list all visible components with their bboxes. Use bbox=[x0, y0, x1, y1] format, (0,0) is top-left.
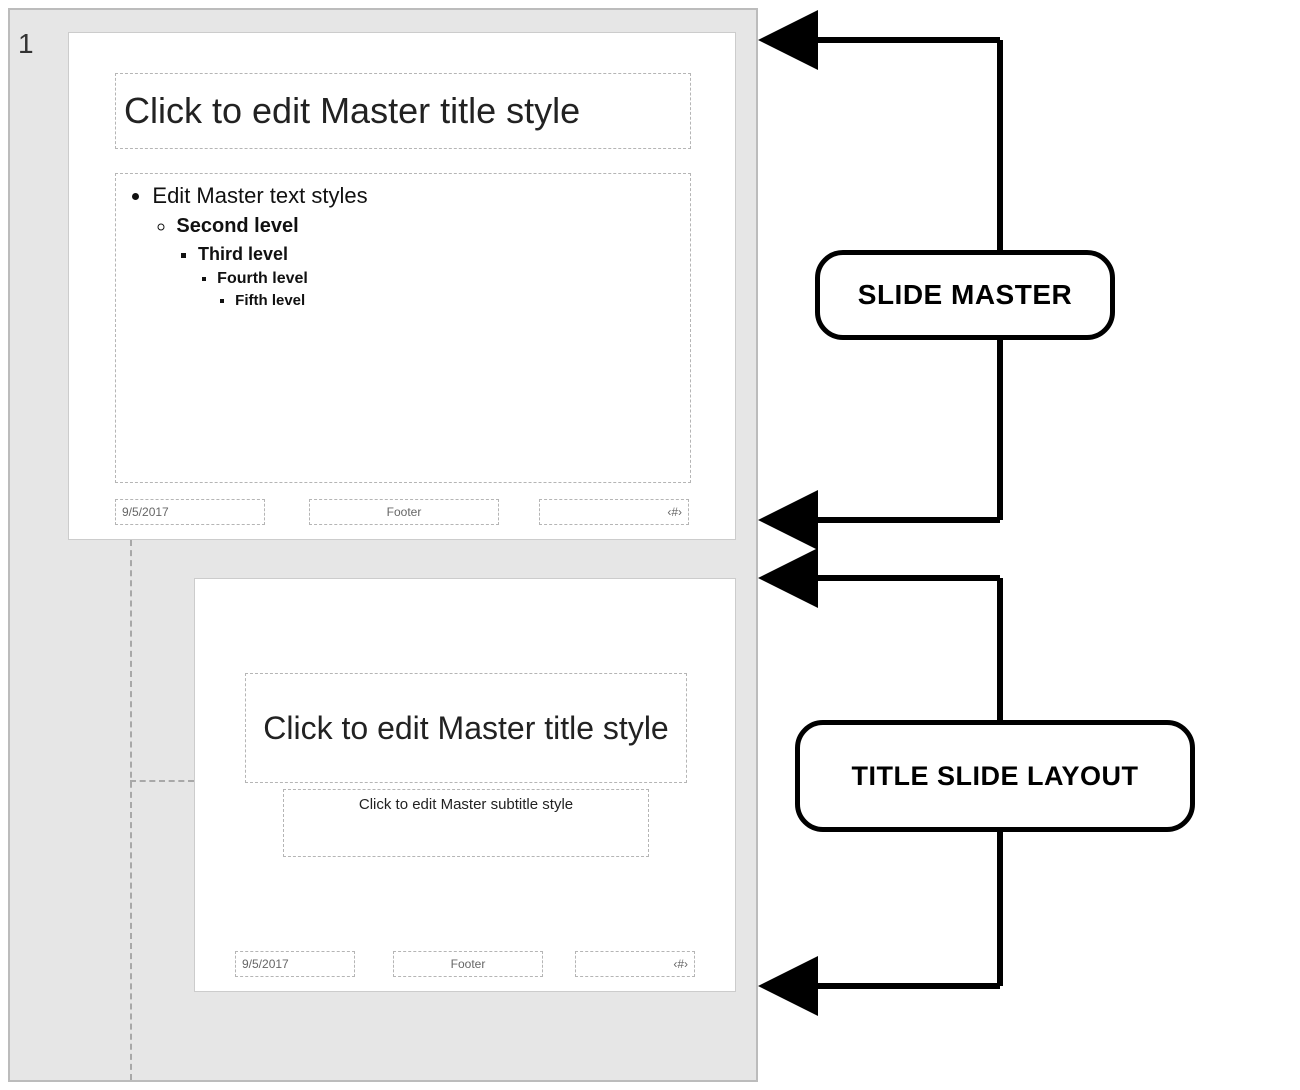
master-index-number: 1 bbox=[18, 28, 34, 60]
layout-title-placeholder[interactable]: Click to edit Master title style bbox=[245, 673, 687, 783]
callout-title-slide-layout: TITLE SLIDE LAYOUT bbox=[795, 720, 1195, 832]
master-title-placeholder[interactable]: Click to edit Master title style bbox=[115, 73, 691, 149]
title-slide-layout-thumbnail[interactable]: Click to edit Master title style Click t… bbox=[194, 578, 736, 992]
hierarchy-connector-vertical bbox=[130, 540, 132, 1080]
slide-master-thumbnail[interactable]: Click to edit Master title style Edit Ma… bbox=[68, 32, 736, 540]
master-body-placeholder[interactable]: Edit Master text styles Second level Thi… bbox=[115, 173, 691, 483]
thumbnail-panel: 1 Click to edit Master title style Edit … bbox=[8, 8, 758, 1082]
master-pagenum-placeholder[interactable]: ‹#› bbox=[539, 499, 689, 525]
callout-slide-master: SLIDE MASTER bbox=[815, 250, 1115, 340]
hierarchy-connector-horizontal bbox=[130, 780, 194, 782]
bullet-level-1: Edit Master text styles bbox=[152, 183, 367, 208]
layout-footer-placeholder[interactable]: Footer bbox=[393, 951, 543, 977]
master-date-placeholder[interactable]: 9/5/2017 bbox=[115, 499, 265, 525]
bullet-level-4: Fourth level bbox=[217, 270, 308, 287]
master-footer-placeholder[interactable]: Footer bbox=[309, 499, 499, 525]
layout-pagenum-placeholder[interactable]: ‹#› bbox=[575, 951, 695, 977]
bullet-level-2: Second level bbox=[176, 215, 298, 237]
bullet-level-3: Third level bbox=[198, 244, 288, 264]
layout-date-placeholder[interactable]: 9/5/2017 bbox=[235, 951, 355, 977]
bullet-level-5: Fifth level bbox=[235, 292, 305, 309]
layout-subtitle-placeholder[interactable]: Click to edit Master subtitle style bbox=[283, 789, 649, 857]
